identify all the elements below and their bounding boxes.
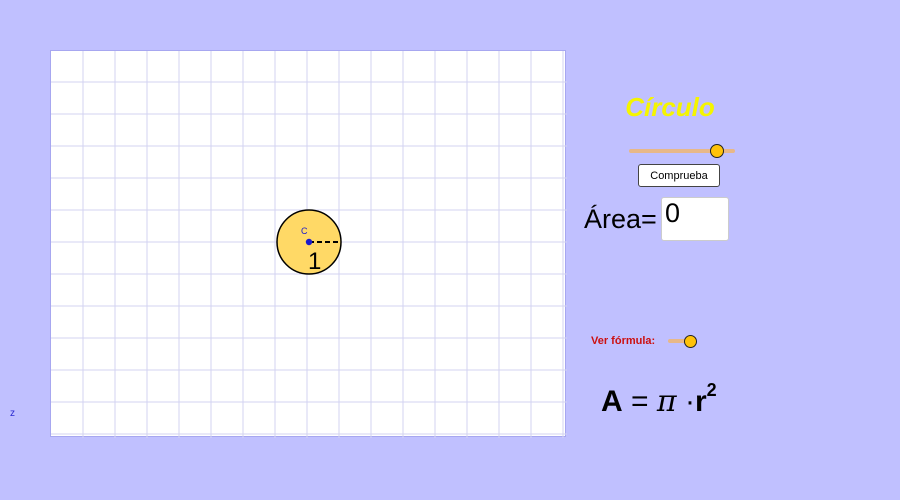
check-button[interactable]: Comprueba [638,164,720,187]
graphics-view[interactable]: C 1 [50,50,567,438]
page-title: Círculo [625,92,715,122]
center-label: C [301,226,308,236]
formula-toggle-label: Ver fórmula: [591,335,656,347]
formula-var: r [694,385,707,418]
formula-toggle-knob[interactable] [684,335,697,348]
area-input[interactable]: 0 [661,197,729,241]
formula-pi: π [656,384,677,419]
center-point[interactable] [305,238,313,246]
graphics-svg: C 1 [51,51,567,438]
formula-lhs: A [601,385,623,418]
area-label: Área= [584,204,657,234]
formula-dot: · [684,385,695,418]
area-formula: A = π ·r2 [601,380,717,419]
formula-equals: = [631,385,649,418]
radius-value-label: 1 [308,248,321,275]
axis-label: z [10,408,15,419]
radius-slider-knob[interactable] [710,144,724,158]
formula-exp: 2 [706,380,717,400]
